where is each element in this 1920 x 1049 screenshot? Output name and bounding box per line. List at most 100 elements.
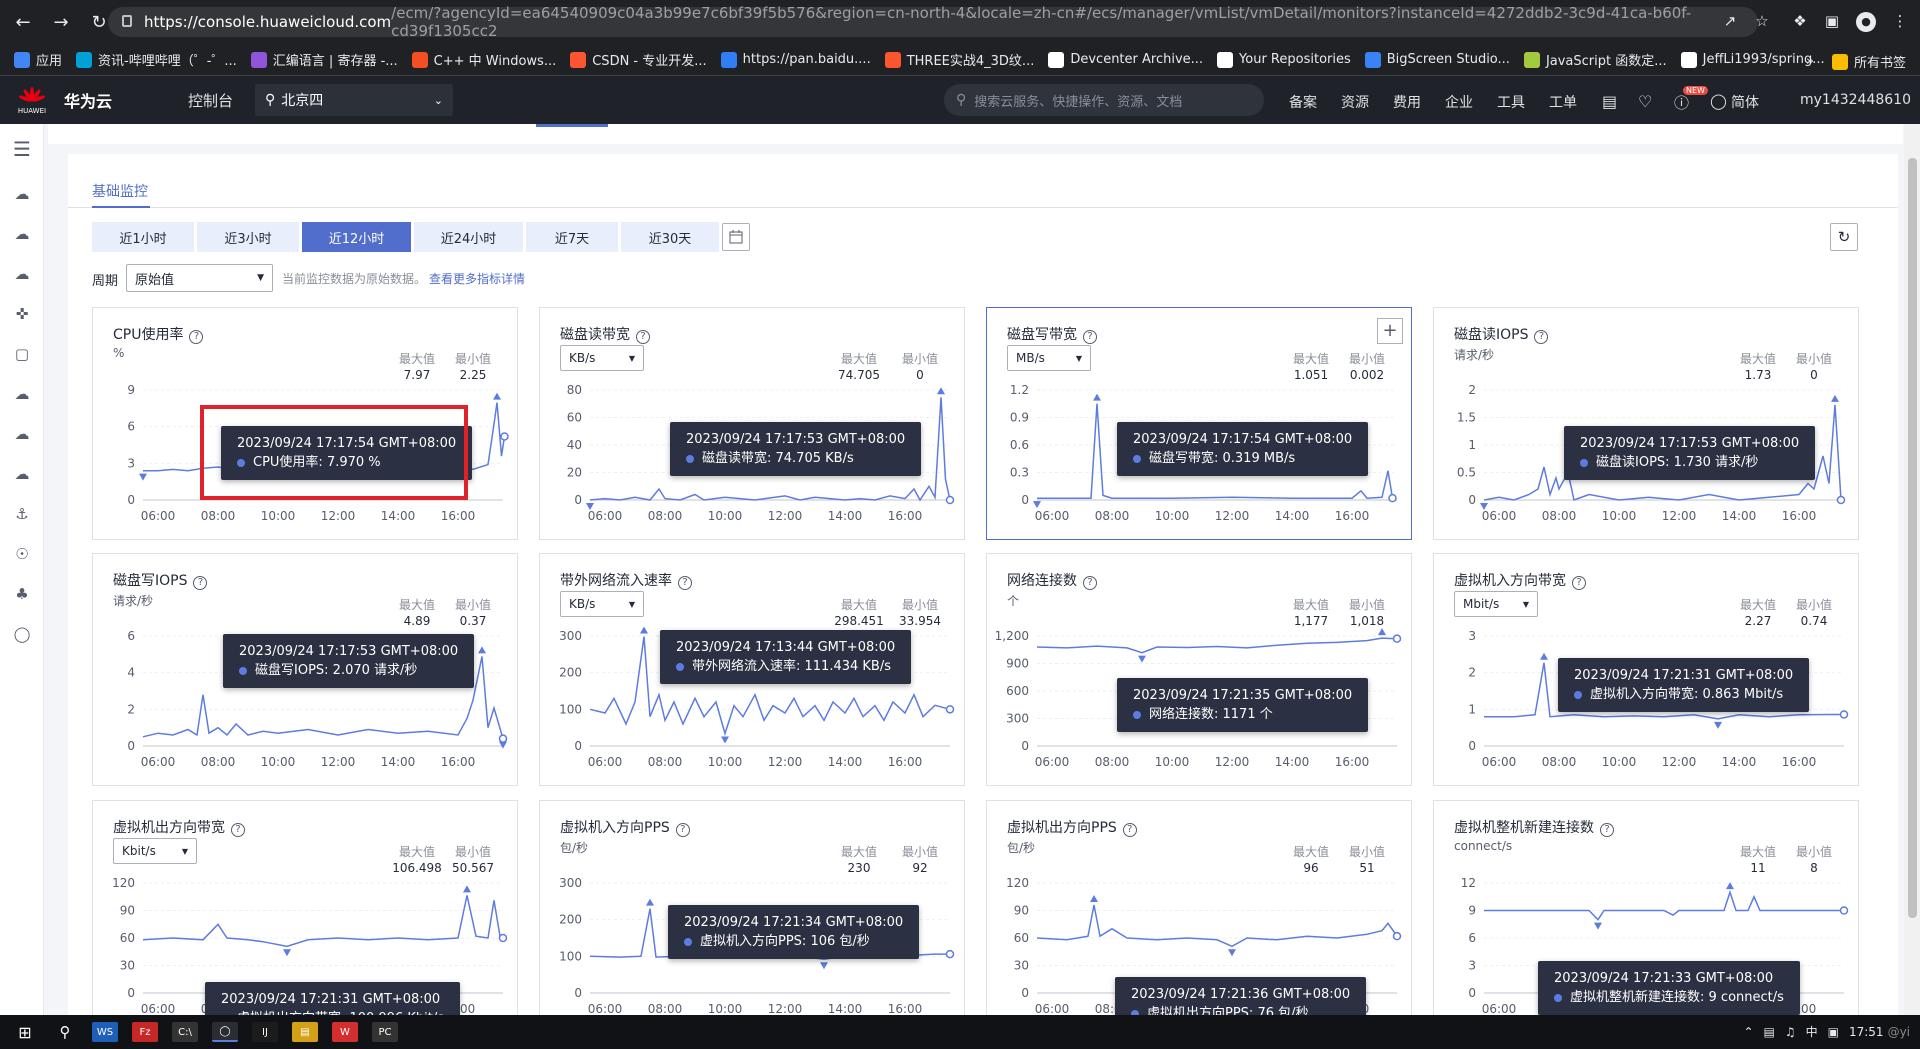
search-taskbar-icon[interactable]: ⚲ bbox=[52, 1022, 78, 1042]
unit-select[interactable]: MB/s ▼ bbox=[1007, 345, 1091, 371]
volume-tray-icon[interactable]: ♫ bbox=[1785, 1025, 1796, 1039]
back-icon[interactable]: ← bbox=[8, 7, 38, 37]
network-tray-icon[interactable]: ▤ bbox=[1764, 1025, 1775, 1039]
intellij-app-icon[interactable]: IJ bbox=[252, 1022, 278, 1042]
region-select[interactable]: ⚲ 北京四 ⌄ bbox=[255, 84, 454, 116]
nav-billing[interactable]: 费用 bbox=[1393, 92, 1421, 112]
bookmark-item[interactable]: C++ 中 Windows... bbox=[411, 50, 556, 69]
language-switch[interactable]: 简体 bbox=[1731, 92, 1759, 112]
share-icon[interactable]: ↗ bbox=[1720, 12, 1740, 32]
range-button-4[interactable]: 近7天 bbox=[526, 222, 618, 252]
bookmark-item[interactable]: CSDN - 专业开发... bbox=[570, 50, 707, 69]
range-button-2[interactable]: 近12小时 bbox=[302, 222, 411, 252]
pc-app-icon[interactable]: PC bbox=[372, 1022, 398, 1042]
bookmark-item[interactable]: 资讯-哔哩哔哩（゜-゜... bbox=[76, 50, 237, 69]
bookmark-item[interactable]: 应用 bbox=[14, 50, 62, 69]
nav-resources[interactable]: 资源 bbox=[1341, 92, 1369, 112]
bookmark-item[interactable]: THREE实战4_3D纹... bbox=[884, 50, 1034, 69]
bell-icon[interactable]: ♡ bbox=[1638, 92, 1652, 111]
help-icon[interactable]: ? bbox=[193, 576, 208, 590]
cluster-icon[interactable]: ♣ bbox=[12, 586, 32, 602]
windows-start-icon[interactable]: ⊞ bbox=[12, 1022, 38, 1042]
help-icon[interactable]: ? bbox=[636, 330, 650, 344]
scrollbar-thumb[interactable] bbox=[1908, 158, 1917, 918]
bookmark-item[interactable]: 汇编语言 | 寄存器 -... bbox=[250, 50, 398, 69]
user-account[interactable]: my1432448610 bbox=[1800, 92, 1911, 108]
file-explorer-icon[interactable]: ▤ bbox=[292, 1022, 318, 1042]
cloud-service-icon[interactable]: ☁ bbox=[12, 186, 32, 202]
document-icon[interactable]: ▢ bbox=[12, 346, 32, 362]
calendar-button[interactable] bbox=[722, 223, 750, 251]
cloud-monitor-icon[interactable]: ☁ bbox=[12, 226, 32, 242]
anchor-icon[interactable]: ⚓ bbox=[12, 506, 32, 522]
add-chart-button[interactable]: + bbox=[1377, 318, 1403, 344]
bookmark-item[interactable]: Your Repositories bbox=[1217, 50, 1351, 69]
help-icon[interactable]: ? bbox=[1083, 576, 1097, 590]
nav-tools[interactable]: 工具 bbox=[1497, 92, 1525, 112]
bookmark-item[interactable]: https://pan.baidu.... bbox=[720, 50, 871, 69]
nav-tickets[interactable]: 工单 bbox=[1549, 92, 1577, 112]
bookmark-item[interactable]: JavaScript 函数定... bbox=[1523, 50, 1667, 69]
ime-indicator[interactable]: 中 bbox=[1806, 1023, 1818, 1040]
menu-icon[interactable]: ⋮ bbox=[1890, 12, 1910, 32]
help-icon[interactable]: ? bbox=[1600, 823, 1614, 837]
nav-beian[interactable]: 备案 bbox=[1289, 92, 1317, 112]
range-button-3[interactable]: 近24小时 bbox=[414, 222, 523, 252]
nav-enterprise[interactable]: 企业 bbox=[1445, 92, 1473, 112]
tab-basic-monitoring[interactable]: 基础监控 bbox=[92, 181, 148, 201]
network-icon[interactable]: ✜ bbox=[12, 306, 32, 322]
bookmark-item[interactable]: BigScreen Studio... bbox=[1364, 50, 1510, 69]
webstorm-app-icon[interactable]: WS bbox=[92, 1022, 118, 1042]
console-search-input[interactable]: ⚲ 搜索云服务、快捷操作、资源、文档 bbox=[944, 84, 1264, 116]
cloud-disk-icon[interactable]: ☁ bbox=[12, 266, 32, 282]
extensions-icon[interactable]: ❖ bbox=[1790, 12, 1810, 32]
globe-network-icon[interactable]: ◯ bbox=[12, 626, 32, 642]
help-icon[interactable]: ? bbox=[675, 823, 690, 837]
huawei-logo[interactable]: HUAWEI bbox=[0, 76, 64, 124]
star-icon[interactable]: ☆ bbox=[1752, 12, 1772, 32]
bookmarks-folder[interactable]: 所有书签 bbox=[1854, 52, 1906, 71]
sidepanel-icon[interactable]: ▣ bbox=[1822, 12, 1842, 32]
bookmark-item[interactable]: JeffLi1993/spring... bbox=[1680, 50, 1825, 69]
address-bar[interactable]: https://console.huaweicloud.com/ecm/?age… bbox=[108, 4, 1758, 40]
globe-icon[interactable]: ◯ bbox=[1710, 92, 1727, 110]
bookmark-item[interactable]: Devcenter Archive... bbox=[1048, 50, 1203, 69]
help-icon[interactable]: ? bbox=[1572, 576, 1586, 590]
help-icon[interactable]: ? bbox=[678, 576, 692, 590]
metrics-detail-link[interactable]: 查看更多指标详情 bbox=[429, 270, 525, 287]
brand-name[interactable]: 华为云 bbox=[64, 88, 154, 112]
page-scrollbar[interactable] bbox=[1904, 124, 1920, 1015]
forward-icon[interactable]: → bbox=[46, 7, 76, 37]
chrome-app-icon[interactable]: ◯ bbox=[212, 1022, 238, 1042]
cloud-backup-icon[interactable]: ☁ bbox=[12, 386, 32, 402]
menu-toggle-icon[interactable]: ☰ bbox=[12, 139, 32, 159]
clock[interactable]: 17:51 bbox=[1849, 1025, 1884, 1039]
refresh-button[interactable]: ↻ bbox=[1830, 223, 1858, 251]
period-select[interactable]: 原始值 ▼ bbox=[126, 264, 273, 292]
wps-app-icon[interactable]: W bbox=[332, 1022, 358, 1042]
range-button-5[interactable]: 近30天 bbox=[621, 222, 719, 252]
help-icon[interactable]: ? bbox=[189, 330, 204, 344]
terminal-app-icon[interactable]: C:\ bbox=[172, 1022, 198, 1042]
help-icon[interactable]: ? bbox=[1083, 330, 1097, 344]
unit-select[interactable]: KB/s ▼ bbox=[560, 345, 644, 371]
profile-avatar[interactable]: ● bbox=[1856, 12, 1876, 32]
help-icon[interactable]: ? bbox=[231, 823, 245, 837]
unit-select[interactable]: Mbit/s ▼ bbox=[1454, 591, 1538, 617]
notification-tray-icon[interactable]: ▣ bbox=[1828, 1025, 1839, 1039]
unit-select[interactable]: Kbit/s ▼ bbox=[113, 838, 197, 864]
unit-select[interactable]: KB/s ▼ bbox=[560, 591, 644, 617]
range-button-1[interactable]: 近3小时 bbox=[197, 222, 299, 252]
filezilla-app-icon[interactable]: Fz bbox=[132, 1022, 158, 1042]
console-link[interactable]: 控制台 bbox=[188, 90, 233, 111]
help-center-icon[interactable]: ⓘ bbox=[1674, 92, 1689, 113]
bookmarks-more-icon[interactable]: » bbox=[1806, 54, 1814, 69]
cloud-upload-icon[interactable]: ☁ bbox=[12, 426, 32, 442]
help-icon[interactable]: ? bbox=[1122, 823, 1137, 837]
cloudshell-icon[interactable]: ▤ bbox=[1602, 92, 1617, 111]
tray-chevron-icon[interactable]: ⌃ bbox=[1743, 1025, 1753, 1039]
cloud-download-icon[interactable]: ☁ bbox=[12, 466, 32, 482]
ip-icon[interactable]: ☉ bbox=[12, 546, 32, 562]
range-button-0[interactable]: 近1小时 bbox=[92, 222, 194, 252]
help-icon[interactable]: ? bbox=[1534, 330, 1549, 344]
